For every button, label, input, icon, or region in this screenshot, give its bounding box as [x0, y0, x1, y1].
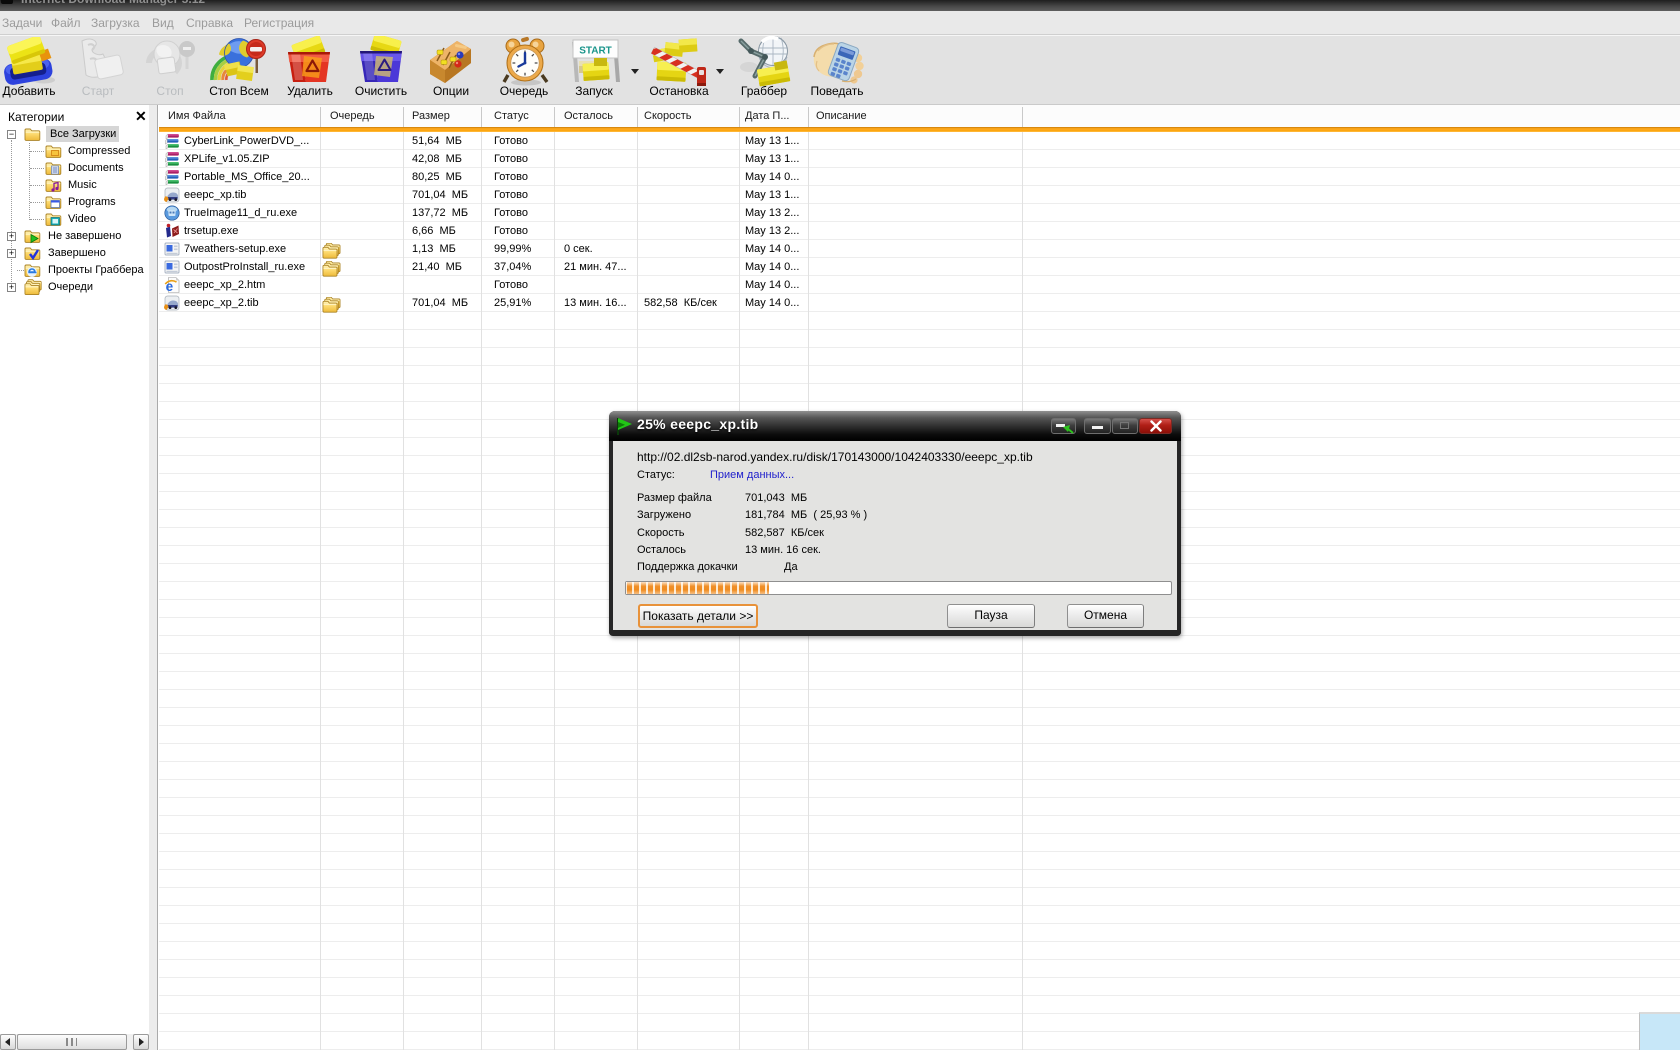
svg-text:START: START	[579, 46, 612, 57]
